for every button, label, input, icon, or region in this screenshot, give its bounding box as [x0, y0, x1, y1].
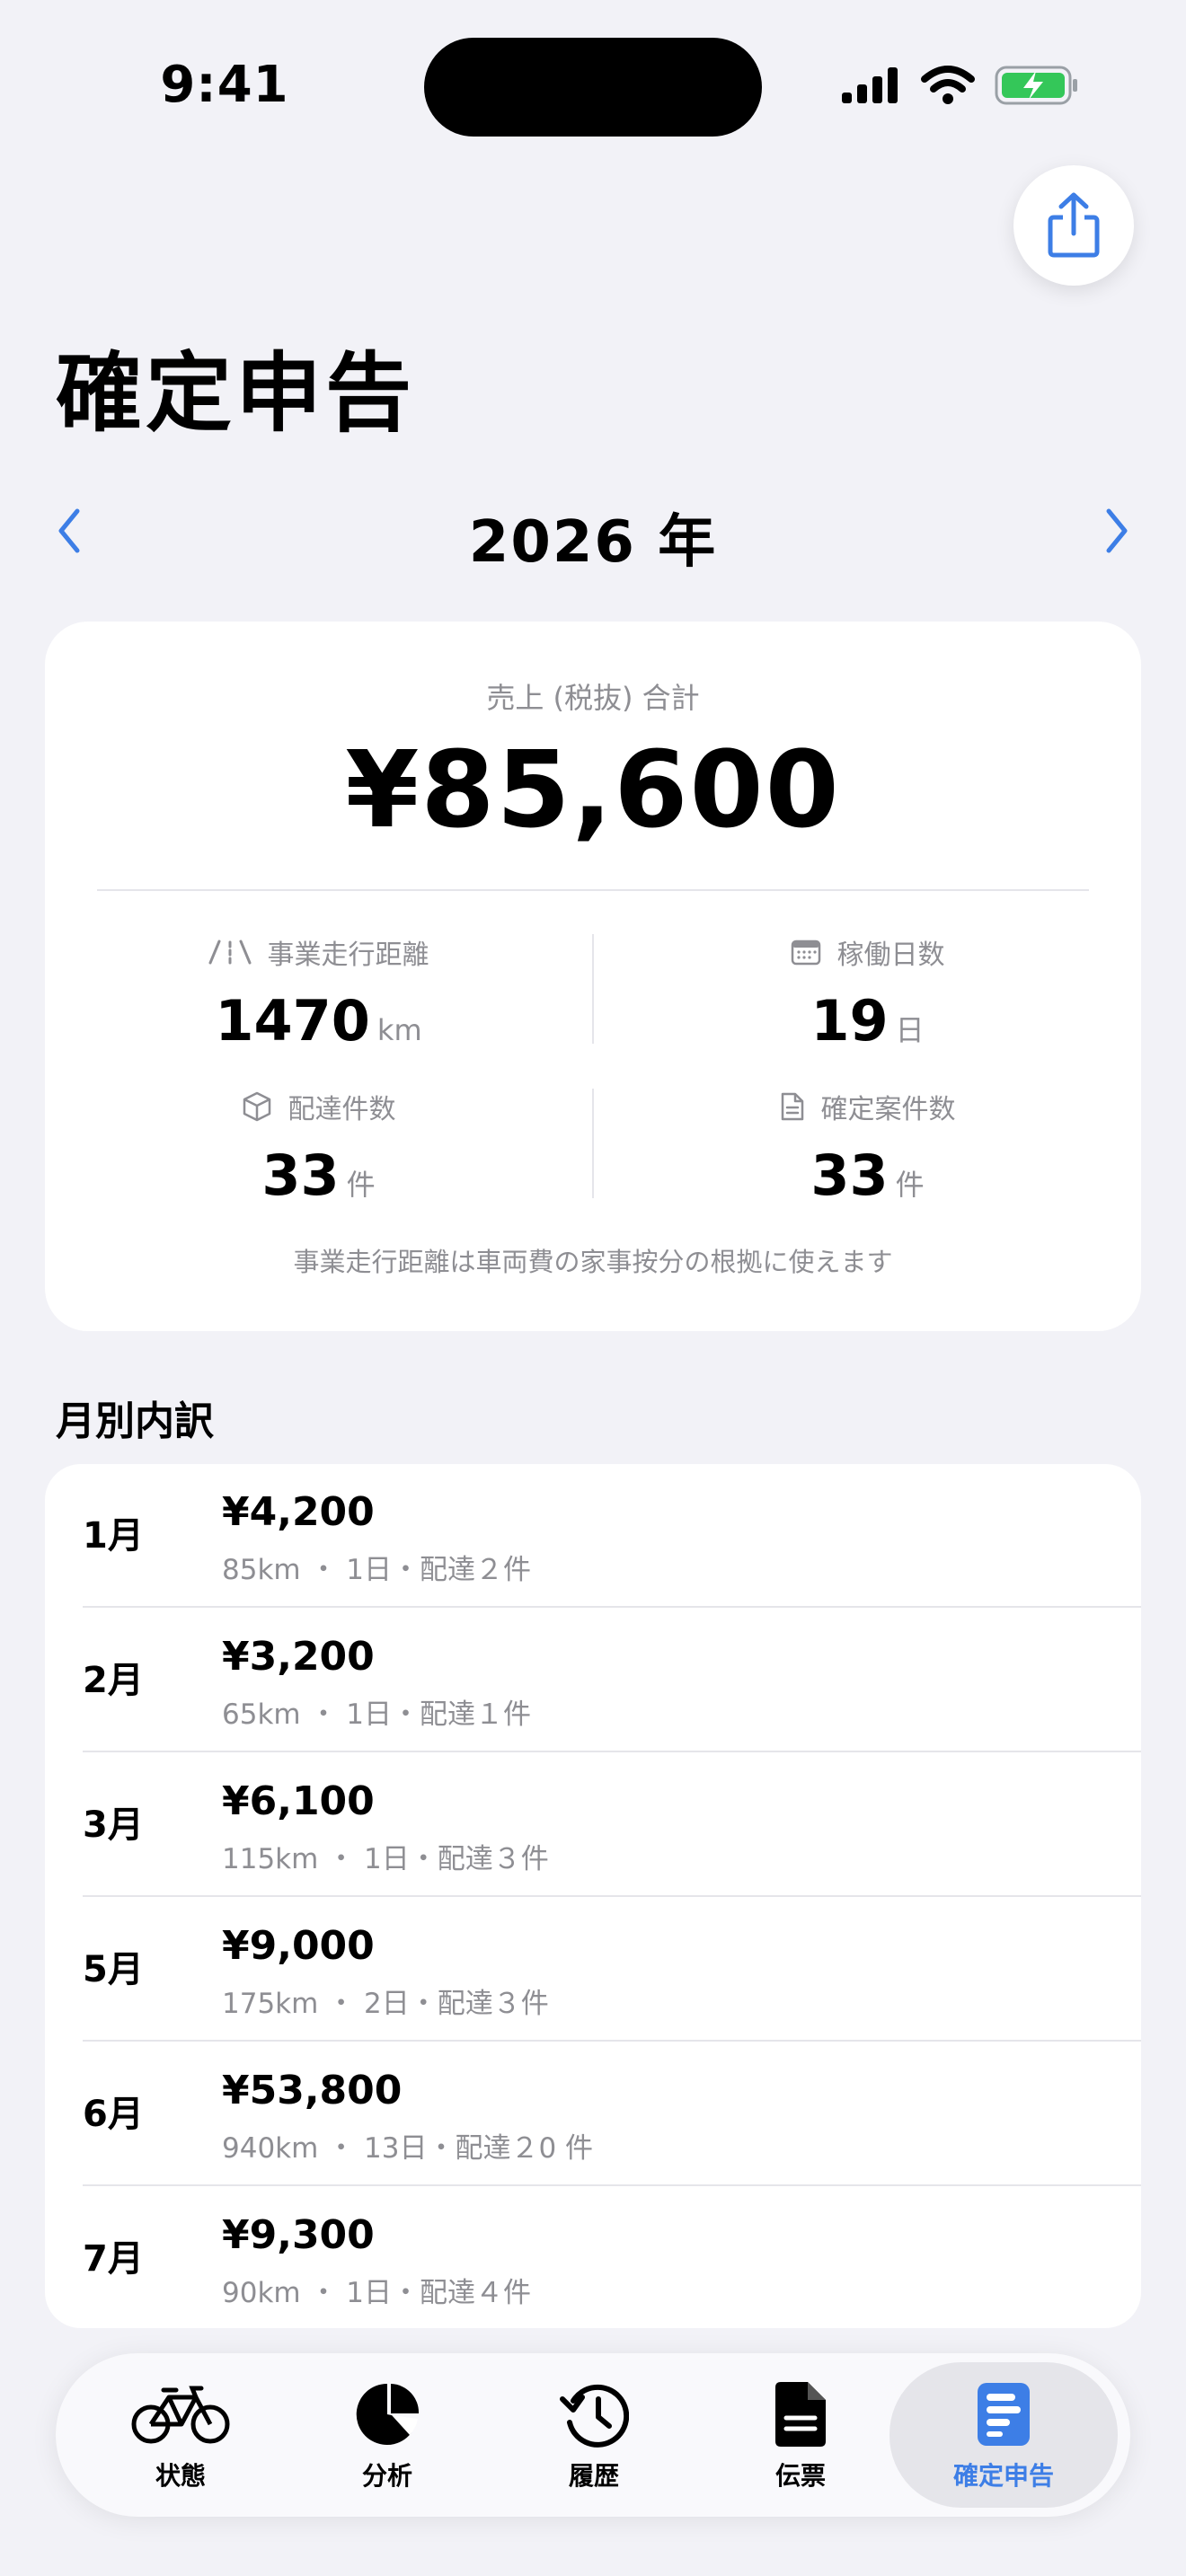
tab-tax-report[interactable]: 確定申告 — [890, 2362, 1118, 2508]
wifi-icon — [921, 66, 975, 104]
stat-delivery-count: 配達件数 33 件 — [45, 1087, 592, 1208]
list-item[interactable]: 3月 ¥6,100 115km ・ 1日・配達３件 — [45, 1753, 1141, 1897]
month-detail: 175km ・ 2日・配達３件 — [222, 1988, 549, 2020]
distance-note: 事業走行距離は車両費の家事按分の根拠に使えます — [293, 1247, 893, 1277]
stat-label: 事業走行距離 — [267, 940, 429, 971]
tab-label: 状態 — [155, 2461, 206, 2491]
list-item[interactable]: 6月 ¥53,800 940km ・ 13日・配達２0 件 — [45, 2042, 1141, 2186]
tab-history[interactable]: 履歴 — [491, 2353, 697, 2517]
list-item[interactable]: 7月 ¥9,300 90km ・ 1日・配達４件 — [45, 2187, 1141, 2328]
stat-working-days: 稼働日数 19 日 — [594, 932, 1141, 1054]
sales-total-label: 売上 (税抜) 合計 — [486, 681, 700, 715]
month-detail: 85km ・ 1日・配達２件 — [222, 1554, 532, 1586]
tab-bar: 状態 分析 履歴 伝票 確定申告 — [56, 2353, 1130, 2517]
stat-unit: km — [376, 1013, 422, 1047]
monthly-breakdown-title: 月別内訳 — [56, 1398, 214, 1444]
document-icon — [775, 2382, 826, 2447]
monthly-breakdown-list: 1月 ¥4,200 85km ・ 1日・配達２件 2月 ¥3,200 65km … — [45, 1464, 1141, 2328]
annual-summary-card: 売上 (税抜) 合計 ¥85,600 事業走行距離 1470 km 稼働日数 1… — [45, 622, 1141, 1331]
tab-label: 伝票 — [774, 2461, 826, 2491]
month-label: 2月 — [83, 1660, 144, 1701]
status-icons — [840, 63, 1079, 108]
stat-label: 確定案件数 — [820, 1094, 956, 1125]
year-label: 2026 年 — [468, 509, 718, 576]
month-amount: ¥53,800 — [222, 2068, 403, 2113]
sales-total-value: ¥85,600 — [345, 728, 841, 851]
stat-unit: 日 — [895, 1013, 925, 1047]
status-time: 9:41 — [160, 56, 289, 114]
page-title: 確定申告 — [56, 343, 415, 444]
tax-report-icon — [978, 2383, 1030, 2446]
month-amount: ¥6,100 — [222, 1778, 375, 1824]
tab-label: 履歴 — [568, 2461, 619, 2491]
stat-label: 配達件数 — [288, 1094, 396, 1125]
tab-label: 確定申告 — [952, 2461, 1054, 2491]
tab-slips[interactable]: 伝票 — [697, 2353, 904, 2517]
chevron-right-icon — [1106, 508, 1128, 553]
stat-unit: 件 — [346, 1168, 376, 1202]
month-label: 1月 — [83, 1515, 144, 1557]
month-amount: ¥4,200 — [222, 1489, 375, 1535]
pie-chart-icon — [356, 2383, 420, 2445]
history-icon — [560, 2384, 629, 2448]
stat-confirmed-jobs: 確定案件数 33 件 — [594, 1087, 1141, 1208]
month-detail: 940km ・ 13日・配達２0 件 — [222, 2132, 594, 2165]
next-year-button[interactable] — [1085, 499, 1130, 562]
month-label: 7月 — [83, 2238, 144, 2280]
month-label: 5月 — [83, 1949, 144, 1990]
divider — [97, 889, 1089, 891]
divider — [83, 2184, 1141, 2186]
tab-analysis[interactable]: 分析 — [284, 2353, 491, 2517]
divider — [83, 1895, 1141, 1897]
month-amount: ¥3,200 — [222, 1634, 375, 1680]
month-amount: ¥9,300 — [222, 2212, 375, 2258]
month-amount: ¥9,000 — [222, 1923, 375, 1969]
share-button[interactable] — [1013, 165, 1134, 286]
bicycle-icon — [131, 2386, 230, 2444]
tab-label: 分析 — [361, 2461, 412, 2491]
divider — [83, 2040, 1141, 2042]
list-item[interactable]: 1月 ¥4,200 85km ・ 1日・配達２件 — [45, 1464, 1141, 1608]
dynamic-island — [424, 38, 762, 137]
divider — [83, 1606, 1141, 1608]
stat-business-distance: 事業走行距離 1470 km — [45, 932, 592, 1054]
stat-label: 稼働日数 — [836, 940, 945, 971]
tab-status[interactable]: 状態 — [77, 2353, 284, 2517]
month-detail: 65km ・ 1日・配達１件 — [222, 1698, 532, 1731]
stat-unit: 件 — [895, 1168, 925, 1202]
stat-value: 1470 — [215, 988, 370, 1054]
stat-value: 33 — [261, 1142, 340, 1208]
share-icon — [1048, 192, 1100, 258]
month-label: 6月 — [83, 2094, 144, 2135]
battery-charging-icon — [995, 66, 1077, 105]
signal-icon — [842, 67, 898, 103]
calendar-icon — [791, 940, 820, 966]
month-label: 3月 — [83, 1804, 144, 1846]
divider — [83, 1751, 1141, 1752]
month-detail: 115km ・ 1日・配達３件 — [222, 1843, 549, 1875]
box-icon — [243, 1091, 270, 1122]
stat-value: 19 — [810, 988, 889, 1054]
stat-value: 33 — [810, 1142, 889, 1208]
road-icon — [208, 940, 251, 965]
document-icon — [781, 1092, 803, 1121]
list-item[interactable]: 2月 ¥3,200 65km ・ 1日・配達１件 — [45, 1609, 1141, 1752]
month-detail: 90km ・ 1日・配達４件 — [222, 2277, 532, 2309]
list-item[interactable]: 5月 ¥9,000 175km ・ 2日・配達３件 — [45, 1898, 1141, 2042]
